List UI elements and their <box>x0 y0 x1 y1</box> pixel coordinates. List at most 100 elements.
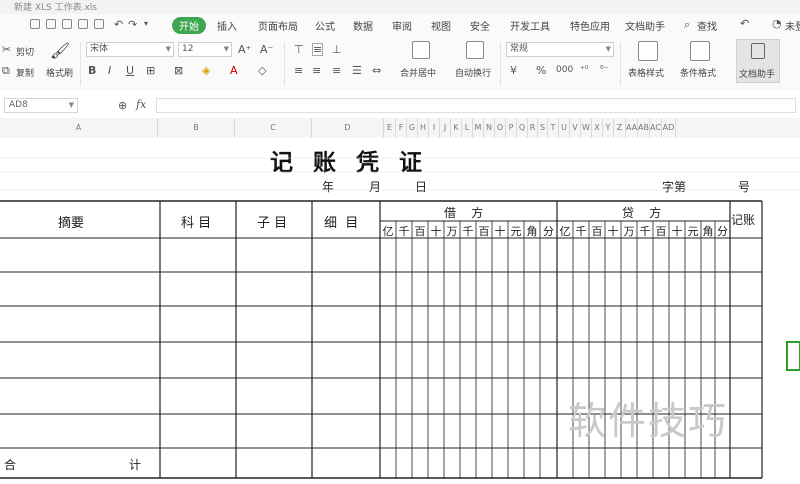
column-header[interactable]: M <box>473 118 484 138</box>
border-icon[interactable]: ⊞ <box>146 65 155 76</box>
menu-search[interactable]: 查找 <box>697 18 717 33</box>
copy-icon[interactable]: ⧉ <box>2 65 10 76</box>
column-header[interactable]: X <box>592 118 603 138</box>
column-header[interactable]: Q <box>517 118 528 138</box>
column-header[interactable]: D <box>312 118 384 138</box>
fill-color-icon[interactable]: ◈ <box>202 65 210 76</box>
column-header[interactable]: H <box>418 118 429 138</box>
more-icon[interactable]: ▾ <box>144 18 148 29</box>
font-name-select[interactable]: 宋体 ▼ <box>86 42 174 57</box>
print-icon[interactable] <box>62 19 72 29</box>
number-format-select[interactable]: 常规 ▼ <box>506 42 614 57</box>
cond-format-icon[interactable] <box>690 41 710 61</box>
merge-small-icon[interactable]: ⊠ <box>174 65 183 76</box>
align-bottom-icon[interactable]: ⊥ <box>332 44 342 55</box>
menu-view[interactable]: 视图 <box>431 18 451 33</box>
find-icon[interactable] <box>94 19 104 29</box>
save-icon[interactable] <box>30 19 40 29</box>
align-left-icon[interactable]: ≡ <box>294 65 303 76</box>
column-header[interactable]: O <box>495 118 506 138</box>
align-top-icon[interactable]: ⊤ <box>294 44 304 55</box>
column-header[interactable]: G <box>407 118 418 138</box>
shrink-font-icon[interactable]: A⁻ <box>260 44 273 55</box>
justify-icon[interactable]: ☰ <box>352 65 362 76</box>
column-header[interactable]: I <box>429 118 440 138</box>
percent-icon[interactable]: % <box>536 65 546 76</box>
column-header[interactable]: AC <box>650 118 662 138</box>
menu-insert[interactable]: 插入 <box>217 18 237 33</box>
underline-icon[interactable]: U <box>126 65 134 76</box>
fx-icon[interactable]: fx <box>136 99 146 110</box>
column-header[interactable]: W <box>581 118 592 138</box>
thousands-icon[interactable]: 000 <box>556 65 573 76</box>
undo-ribbon-icon[interactable]: ↶ <box>740 18 749 29</box>
copy-button[interactable]: 复制 <box>16 66 34 79</box>
column-header[interactable]: V <box>570 118 581 138</box>
column-header[interactable]: Z <box>614 118 626 138</box>
align-middle-icon[interactable]: ≡ <box>312 43 324 56</box>
column-header[interactable]: R <box>528 118 538 138</box>
document-tab[interactable]: 新建 XLS 工作表.xls <box>14 0 97 13</box>
format-painter-button[interactable]: 格式刷 <box>46 66 73 79</box>
column-header[interactable]: C <box>235 118 312 138</box>
undo-icon[interactable]: ↶ <box>114 19 123 30</box>
menu-developer[interactable]: 开发工具 <box>510 18 550 33</box>
column-header[interactable]: T <box>548 118 559 138</box>
menu-page-layout[interactable]: 页面布局 <box>258 18 298 33</box>
column-header[interactable]: P <box>506 118 517 138</box>
selected-cell[interactable] <box>786 341 800 371</box>
font-color-icon[interactable]: A <box>230 65 238 76</box>
name-box[interactable]: AD8 ▼ <box>4 98 78 113</box>
redo-icon[interactable]: ↷ <box>128 19 137 30</box>
column-header[interactable]: B <box>158 118 235 138</box>
account-icon[interactable]: ◔ <box>772 18 782 29</box>
column-header[interactable]: L <box>462 118 473 138</box>
cond-format-button[interactable]: 条件格式 <box>680 66 716 79</box>
formula-input[interactable] <box>156 98 796 113</box>
column-header[interactable]: J <box>440 118 451 138</box>
export-icon[interactable] <box>46 19 56 29</box>
increase-decimal-icon[interactable]: ⁺⁰ <box>580 65 588 76</box>
column-header[interactable]: AB <box>638 118 650 138</box>
column-header[interactable]: AD <box>662 118 676 138</box>
wrap-text-button[interactable]: 自动换行 <box>455 66 491 79</box>
column-header[interactable]: S <box>538 118 548 138</box>
column-header[interactable]: E <box>384 118 396 138</box>
currency-icon[interactable]: ¥ <box>510 65 517 76</box>
align-right-icon[interactable]: ≡ <box>332 65 341 76</box>
zoom-icon[interactable]: ⊕ <box>118 100 127 111</box>
decrease-decimal-icon[interactable]: ⁰⁻ <box>600 65 608 76</box>
wrap-text-icon[interactable] <box>466 41 484 59</box>
column-header[interactable]: F <box>396 118 407 138</box>
column-header[interactable]: N <box>484 118 495 138</box>
menu-special[interactable]: 特色应用 <box>570 18 610 33</box>
column-header[interactable]: U <box>559 118 570 138</box>
merge-center-icon[interactable] <box>412 41 430 59</box>
menu-home[interactable]: 开始 <box>172 17 206 34</box>
distribute-icon[interactable]: ⇔ <box>372 65 381 76</box>
preview-icon[interactable] <box>78 19 88 29</box>
column-header[interactable]: A <box>0 118 158 138</box>
menu-security[interactable]: 安全 <box>470 18 490 33</box>
clear-format-icon[interactable]: ◇ <box>258 65 266 76</box>
italic-icon[interactable]: I <box>108 65 111 76</box>
grow-font-icon[interactable]: A⁺ <box>238 44 251 55</box>
search-icon[interactable]: ⌕ <box>684 19 690 30</box>
column-header[interactable]: AA <box>626 118 638 138</box>
menu-formulas[interactable]: 公式 <box>315 18 335 33</box>
font-size-select[interactable]: 12 ▼ <box>178 42 232 57</box>
format-painter-icon[interactable]: 🖌 <box>49 40 71 62</box>
doc-helper-button[interactable]: 文档助手 <box>736 39 780 83</box>
table-style-button[interactable]: 表格样式 <box>628 66 664 79</box>
align-center-icon[interactable]: ≡ <box>312 65 321 76</box>
column-header[interactable]: Y <box>603 118 614 138</box>
table-style-icon[interactable] <box>638 41 658 61</box>
cut-icon[interactable]: ✂ <box>2 44 11 55</box>
login-label[interactable]: 未登 <box>785 18 800 33</box>
merge-center-button[interactable]: 合并居中 <box>400 66 436 79</box>
menu-review[interactable]: 审阅 <box>392 18 412 33</box>
bold-icon[interactable]: B <box>88 65 96 76</box>
cut-button[interactable]: 剪切 <box>16 45 34 58</box>
menu-doc-helper[interactable]: 文档助手 <box>625 18 665 33</box>
column-header[interactable]: K <box>451 118 462 138</box>
